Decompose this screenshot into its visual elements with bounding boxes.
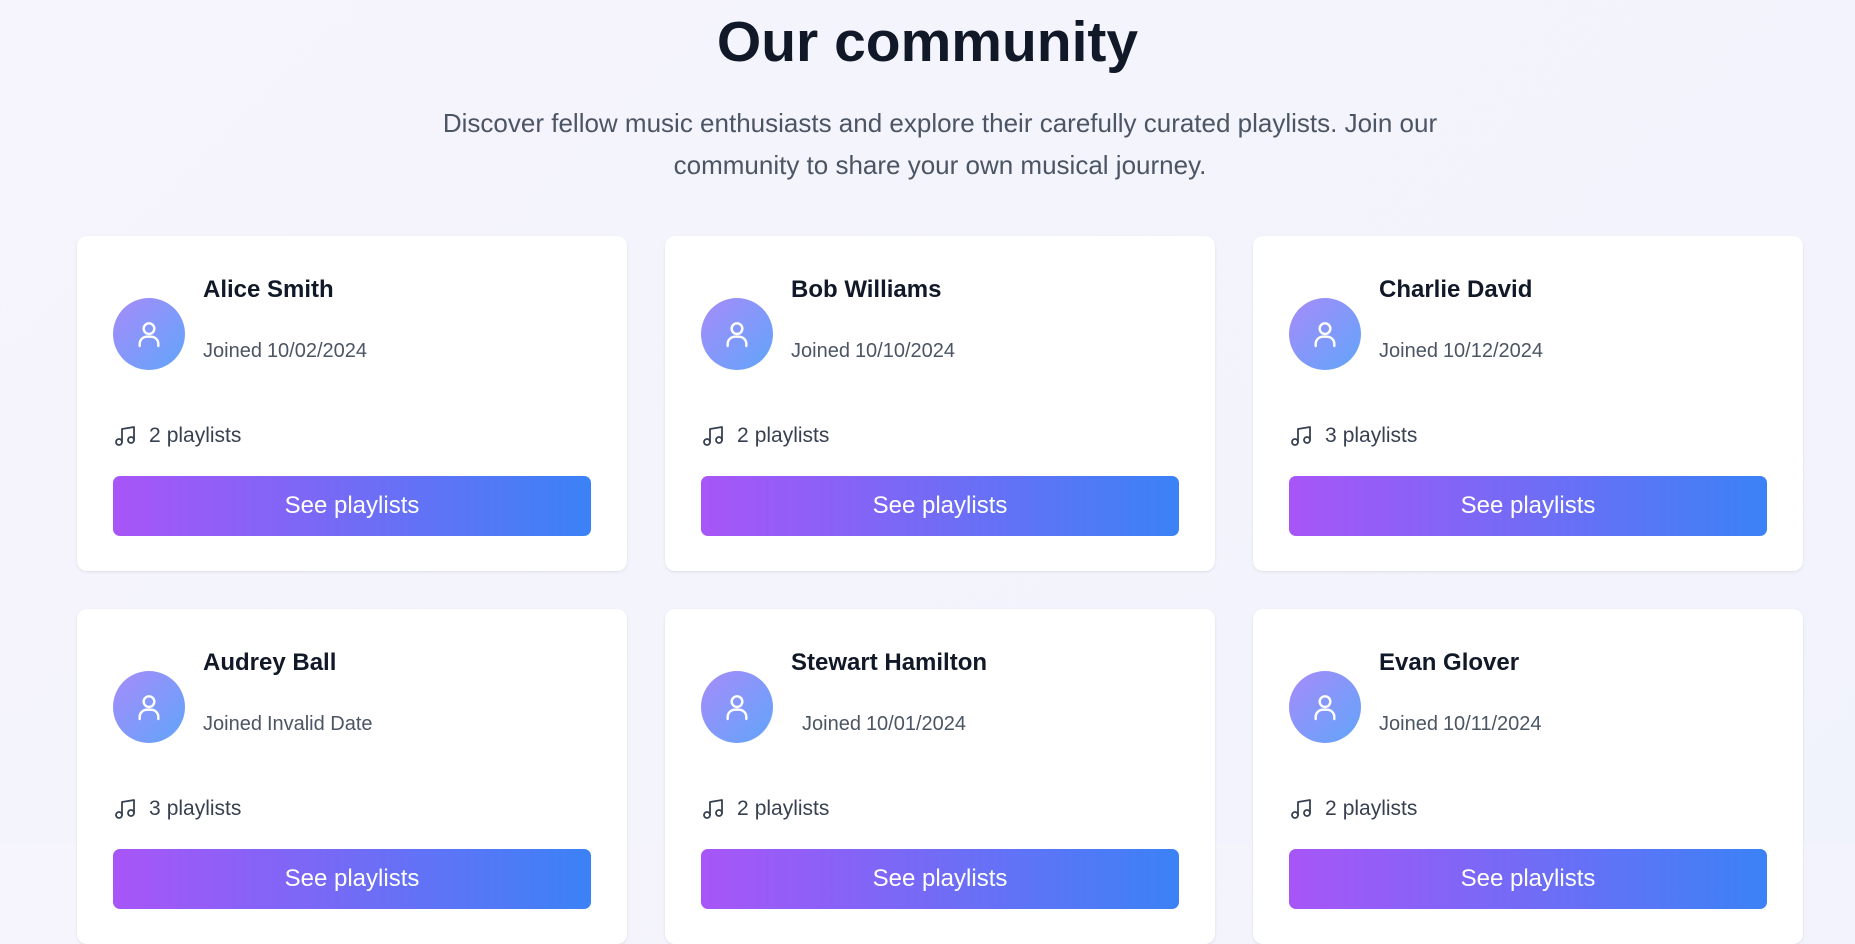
joined-label: Joined xyxy=(1379,713,1438,735)
see-playlists-button[interactable]: See playlists xyxy=(1289,849,1767,909)
avatar xyxy=(113,671,185,743)
member-name: Bob Williams xyxy=(791,276,942,303)
playlist-count-value: 3 xyxy=(149,797,161,820)
see-playlists-button[interactable]: See playlists xyxy=(701,849,1179,909)
music-note-icon xyxy=(703,799,723,819)
music-note-icon xyxy=(703,426,723,446)
member-joined: Joined 10/12/2024 xyxy=(1379,340,1543,363)
joined-date: 10/01/2024 xyxy=(865,713,967,735)
playlist-count-value: 2 xyxy=(737,424,749,447)
playlist-count-label: playlists xyxy=(166,424,242,447)
playlist-count: 2 playlists xyxy=(1289,797,1417,821)
page-subtitle: Discover fellow music enthusiasts and ex… xyxy=(442,108,1438,180)
playlist-count-label: playlists xyxy=(1342,424,1418,447)
user-icon xyxy=(138,322,160,348)
member-joined: Joined 10/02/2024 xyxy=(203,340,367,363)
playlist-count-value: 3 xyxy=(1325,424,1337,447)
member-card: Alice Smith Joined 10/02/2024 2 playlists … xyxy=(77,236,627,571)
playlist-count: 2 playlists xyxy=(701,424,829,448)
member-joined: Joined 10/10/2024 xyxy=(791,340,955,363)
joined-date: 10/12/2024 xyxy=(1442,340,1544,362)
user-icon xyxy=(1314,322,1336,348)
playlist-count-label: playlists xyxy=(1342,797,1418,820)
member-card: Audrey Ball Joined Invalid Date 3 playlist… xyxy=(77,609,627,944)
joined-label: Joined xyxy=(791,340,850,362)
joined-date: Invalid Date xyxy=(266,713,373,735)
joined-label: Joined xyxy=(203,713,262,735)
playlist-count-value: 2 xyxy=(737,797,749,820)
member-grid: Alice Smith Joined 10/02/2024 2 playlists … xyxy=(77,236,1803,944)
joined-label: Joined xyxy=(1379,340,1438,362)
avatar xyxy=(701,671,773,743)
user-icon xyxy=(726,322,748,348)
joined-date: 10/11/2024 xyxy=(1442,713,1542,735)
member-name: Charlie David xyxy=(1379,276,1533,303)
playlist-count: 2 playlists xyxy=(113,424,241,448)
avatar xyxy=(701,298,773,370)
playlist-count-label: playlists xyxy=(166,797,242,820)
member-joined: Joined 10/11/2024 xyxy=(1379,713,1542,736)
see-playlists-button[interactable]: See playlists xyxy=(701,476,1179,536)
avatar xyxy=(1289,298,1361,370)
music-note-icon xyxy=(1291,799,1311,819)
playlist-count: 3 playlists xyxy=(113,797,241,821)
community-page: Our community Discover fellow music enth… xyxy=(0,0,1855,944)
joined-label: Joined xyxy=(203,340,262,362)
joined-label: Joined xyxy=(802,713,861,735)
joined-date: 10/10/2024 xyxy=(854,340,956,362)
music-note-icon xyxy=(1291,426,1311,446)
playlist-count: 3 playlists xyxy=(1289,424,1417,448)
member-joined: Joined Invalid Date xyxy=(203,713,373,736)
music-note-icon xyxy=(115,426,135,446)
member-card: Stewart Hamilton Joined 10/01/2024 2 playl… xyxy=(665,609,1215,944)
joined-date: 10/02/2024 xyxy=(266,340,368,362)
user-icon xyxy=(138,695,160,721)
member-name: Audrey Ball xyxy=(203,649,337,676)
member-card: Charlie David Joined 10/12/2024 3 playlist… xyxy=(1253,236,1803,571)
playlist-count-value: 2 xyxy=(149,424,161,447)
user-icon xyxy=(726,695,748,721)
member-name: Stewart Hamilton xyxy=(791,649,988,676)
member-card: Evan Glover Joined 10/11/2024 2 playlists … xyxy=(1253,609,1803,944)
avatar xyxy=(113,298,185,370)
playlist-count-value: 2 xyxy=(1325,797,1337,820)
member-card: Bob Williams Joined 10/10/2024 2 playlists… xyxy=(665,236,1215,571)
see-playlists-button[interactable]: See playlists xyxy=(113,476,591,536)
see-playlists-button[interactable]: See playlists xyxy=(1289,476,1767,536)
member-joined: Joined 10/01/2024 xyxy=(802,713,966,736)
playlist-count: 2 playlists xyxy=(701,797,829,821)
music-note-icon xyxy=(115,799,135,819)
avatar xyxy=(1289,671,1361,743)
user-icon xyxy=(1314,695,1336,721)
page-title: Our community xyxy=(716,10,1139,74)
playlist-count-label: playlists xyxy=(754,424,830,447)
playlist-count-label: playlists xyxy=(754,797,830,820)
member-name: Evan Glover xyxy=(1379,649,1520,676)
see-playlists-button[interactable]: See playlists xyxy=(113,849,591,909)
member-name: Alice Smith xyxy=(203,276,334,303)
